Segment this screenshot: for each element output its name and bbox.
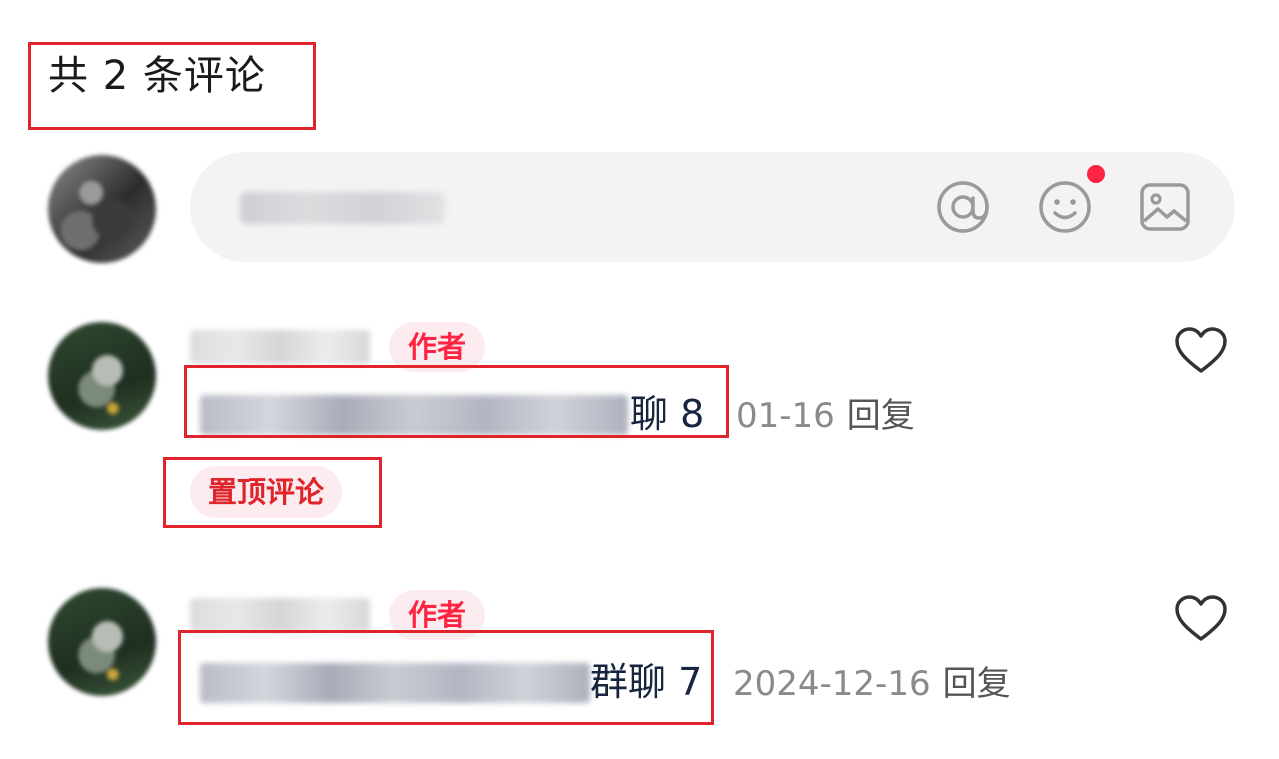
comment-date: 01-16 <box>736 396 835 436</box>
annotation-box-pinned <box>163 457 382 528</box>
comments-panel: 共 2 条评论 作者 聊 8 01-16 <box>0 0 1279 759</box>
comment-meta: 01-16 回复 <box>736 394 915 438</box>
like-heart-icon[interactable] <box>1174 326 1228 374</box>
annotation-box-comment-text <box>184 365 729 438</box>
image-icon[interactable] <box>1136 178 1194 236</box>
at-icon[interactable] <box>934 178 992 236</box>
current-user-avatar[interactable] <box>48 155 156 263</box>
emoji-notification-dot <box>1087 165 1105 183</box>
comment-input-placeholder-blurred <box>240 192 445 224</box>
comment-meta: 2024-12-16 回复 <box>733 662 1011 706</box>
commenter-avatar[interactable] <box>48 588 156 696</box>
reply-button[interactable]: 回复 <box>847 396 915 436</box>
reply-button[interactable]: 回复 <box>943 664 1011 704</box>
annotation-box-title <box>28 42 316 130</box>
commenter-name-blurred[interactable] <box>190 330 370 364</box>
commenter-name-blurred[interactable] <box>190 598 370 632</box>
like-heart-icon[interactable] <box>1174 594 1228 642</box>
commenter-avatar[interactable] <box>48 322 156 430</box>
emoji-icon[interactable] <box>1036 178 1094 236</box>
comment-date: 2024-12-16 <box>733 664 931 704</box>
comment-composer[interactable] <box>190 152 1235 262</box>
annotation-box-comment-text <box>178 630 714 725</box>
